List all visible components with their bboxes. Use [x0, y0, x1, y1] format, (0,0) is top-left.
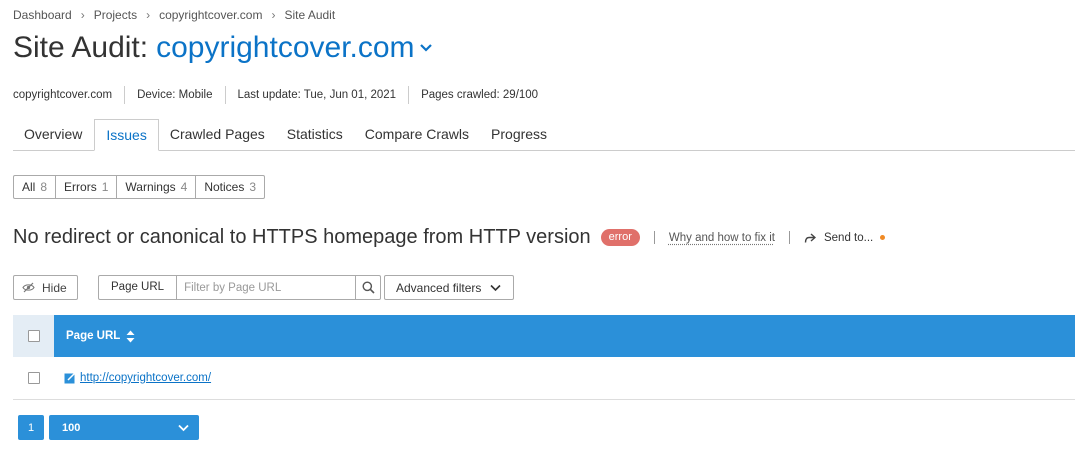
table-header: Page URL	[13, 315, 1075, 357]
send-to-button[interactable]: Send to...	[804, 231, 886, 244]
how-to-fix-link[interactable]: Why and how to fix it	[669, 232, 775, 244]
page-title: Site Audit: copyrightcover.com	[13, 31, 433, 65]
tab-compare-crawls[interactable]: Compare Crawls	[354, 119, 480, 151]
filter-label: All	[22, 180, 36, 194]
breadcrumb-dashboard[interactable]: Dashboard	[13, 8, 72, 22]
tab-statistics[interactable]: Statistics	[276, 119, 354, 151]
filter-notices-button[interactable]: Notices 3	[195, 176, 264, 198]
row-url-cell: http://copyrightcover.com/	[64, 372, 211, 384]
filter-count: 3	[249, 180, 257, 194]
filter-count: 1	[101, 180, 109, 194]
error-badge: error	[600, 229, 640, 246]
chevron-right-icon: ›	[271, 8, 276, 22]
filter-label: Warnings	[125, 180, 176, 194]
project-meta: copyrightcover.com Device: Mobile Last u…	[13, 86, 550, 104]
filter-errors-button[interactable]: Errors 1	[55, 176, 116, 198]
table-row: http://copyrightcover.com/	[13, 357, 1075, 400]
per-page-select[interactable]: 100	[49, 415, 199, 440]
breadcrumb-domain[interactable]: copyrightcover.com	[159, 8, 262, 22]
column-header-label: Page URL	[66, 330, 121, 342]
hide-button[interactable]: Hide	[13, 275, 78, 300]
chevron-right-icon: ›	[146, 8, 151, 22]
filter-all-button[interactable]: All 8	[14, 176, 55, 198]
meta-pages-crawled: Pages crawled: 29/100	[408, 86, 550, 104]
search-icon	[362, 281, 375, 294]
page-number-button[interactable]: 1	[18, 415, 44, 440]
chevron-right-icon: ›	[80, 8, 85, 22]
hide-label: Hide	[42, 280, 67, 295]
page-url-filter-input[interactable]	[177, 276, 356, 299]
filter-label: Errors	[64, 180, 97, 194]
tab-crawled-pages[interactable]: Crawled Pages	[159, 119, 276, 151]
page-title-prefix: Site Audit:	[13, 31, 149, 64]
share-arrow-icon	[804, 232, 816, 243]
issue-title: No redirect or canonical to HTTPS homepa…	[13, 226, 591, 248]
filter-label: Notices	[204, 180, 245, 194]
advanced-filters-label: Advanced filters	[396, 280, 482, 295]
notification-dot	[880, 235, 886, 240]
tab-progress[interactable]: Progress	[480, 119, 558, 151]
issue-header: No redirect or canonical to HTTPS homepa…	[13, 226, 886, 249]
filter-count: 4	[180, 180, 188, 194]
meta-domain: copyrightcover.com	[13, 89, 113, 101]
advanced-filters-button[interactable]: Advanced filters	[384, 275, 514, 300]
filter-warnings-button[interactable]: Warnings 4	[116, 176, 195, 198]
chevron-down-icon	[490, 284, 501, 291]
meta-device: Device: Mobile	[124, 86, 224, 104]
tab-overview[interactable]: Overview	[13, 119, 93, 151]
page-url-link[interactable]: http://copyrightcover.com/	[80, 372, 211, 384]
chevron-down-icon	[178, 424, 189, 431]
per-page-value: 100	[62, 421, 81, 434]
tab-bar: Overview Issues Crawled Pages Statistics…	[13, 119, 1075, 151]
eye-off-icon	[22, 282, 35, 293]
tab-issues[interactable]: Issues	[94, 119, 159, 151]
send-to-label: Send to...	[823, 231, 874, 244]
row-checkbox[interactable]	[27, 372, 40, 384]
filter-count: 8	[40, 180, 48, 194]
divider	[788, 231, 790, 244]
breadcrumb: Dashboard › Projects › copyrightcover.co…	[13, 8, 335, 22]
sort-icon	[126, 330, 135, 342]
page-url-filter: Page URL	[98, 275, 382, 300]
search-button[interactable]	[355, 276, 380, 299]
column-header-page-url[interactable]: Page URL	[54, 315, 135, 357]
breadcrumb-projects[interactable]: Projects	[94, 8, 137, 22]
divider	[653, 231, 655, 244]
meta-last-update: Last update: Tue, Jun 01, 2021	[224, 86, 409, 104]
select-all-checkbox[interactable]	[27, 330, 40, 342]
pagination: 1 100	[18, 415, 199, 440]
project-domain-selector[interactable]: copyrightcover.com	[156, 31, 414, 65]
row-select-cell	[13, 372, 54, 384]
chevron-down-icon[interactable]	[419, 41, 433, 55]
page-url-filter-label[interactable]: Page URL	[99, 276, 178, 299]
issue-type-filter: All 8 Errors 1 Warnings 4 Notices 3	[13, 175, 266, 199]
external-link-icon[interactable]	[64, 372, 77, 384]
breadcrumb-current: Site Audit	[284, 8, 336, 22]
select-all-cell	[13, 315, 54, 357]
